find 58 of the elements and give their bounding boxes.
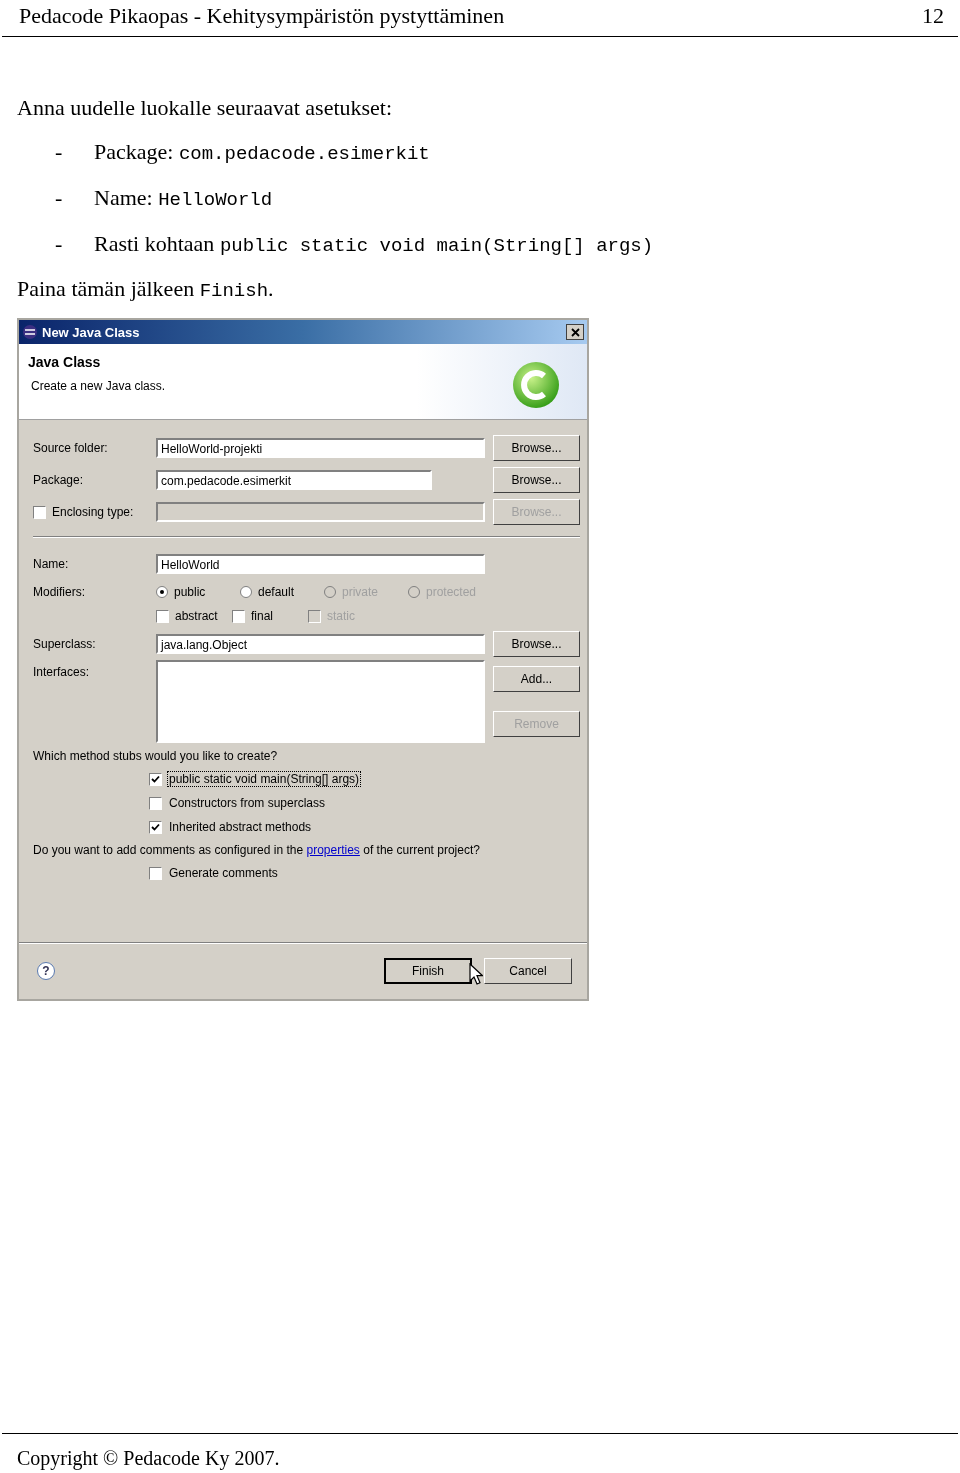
checkbox[interactable] — [149, 796, 162, 810]
bullet-marker: - — [54, 138, 64, 166]
question-text: Which method stubs would you like to create? — [33, 748, 279, 765]
checkbox[interactable] — [232, 609, 245, 623]
checkbox[interactable] — [149, 866, 162, 880]
mouse-cursor-icon — [469, 963, 483, 985]
browse-button[interactable]: Browse... — [493, 435, 580, 461]
bullet-text: Package: com.pedacode.esimerkit — [94, 138, 430, 167]
page-number: 12 — [922, 4, 944, 28]
checkbox[interactable] — [149, 820, 162, 834]
cancel-button[interactable]: Cancel — [484, 958, 572, 984]
checkbox-label: abstract — [175, 609, 218, 623]
radio-label: default — [258, 585, 295, 599]
text-field[interactable] — [156, 502, 485, 522]
bullet-text: Rasti kohtaan public static void main(String[] args) — [94, 230, 654, 259]
field-label: Package: — [33, 473, 84, 487]
field-label: Source folder: — [33, 441, 108, 455]
checkbox-label: Enclosing type: — [52, 505, 134, 519]
bullet-text: Name: HelloWorld — [94, 184, 273, 213]
finish-button[interactable]: Finish — [384, 958, 472, 984]
checkbox-label: public static void main(String[] args) — [168, 772, 361, 786]
question-text: Do you want to add comments as configured in the properties of the current project? — [33, 842, 481, 859]
checkbox-label: Constructors from superclass — [168, 796, 327, 810]
radio-button[interactable] — [240, 586, 252, 598]
text-field[interactable]: java.lang.Object — [156, 634, 485, 654]
field-label: Name: — [33, 557, 69, 571]
checkbox-label: final — [251, 609, 273, 623]
window-title: New Java Class — [42, 324, 141, 340]
text-field[interactable]: com.pedacode.esimerkit — [156, 470, 432, 490]
browse-button[interactable]: Browse... — [493, 631, 580, 657]
radio-label: public — [174, 585, 206, 599]
field-label: Superclass: — [33, 637, 96, 651]
properties-link[interactable]: properties — [306, 843, 360, 857]
text-field[interactable]: HelloWorld — [156, 554, 485, 574]
class-icon — [511, 360, 561, 410]
field-label: Interfaces: — [33, 665, 90, 679]
footer-text: Copyright © Pedacode Ky 2007. — [2, 1433, 958, 1473]
browse-button[interactable]: Browse... — [493, 467, 580, 493]
checkbox[interactable] — [149, 772, 162, 786]
close-icon — [570, 327, 580, 337]
close-button[interactable] — [566, 324, 584, 340]
bullet-marker: - — [54, 230, 64, 258]
page-description: Create a new Java class. — [30, 379, 166, 393]
checkbox-label: Inherited abstract methods — [168, 820, 313, 834]
interfaces-list[interactable] — [156, 660, 485, 743]
page-title: Pedacode Pikaopas - Kehitysympäristön pystyttäminen — [19, 4, 505, 28]
add-button[interactable]: Add... — [493, 666, 580, 692]
help-icon[interactable]: ? — [37, 962, 55, 980]
page-heading: Java Class — [28, 354, 102, 370]
checkbox-label: Generate comments — [168, 866, 279, 880]
intro-text: Anna uudelle luokalle seuraavat asetukset: — [17, 94, 394, 122]
bullet-marker: - — [54, 184, 64, 212]
checkbox[interactable] — [33, 505, 46, 519]
text-field[interactable]: HelloWorld-projekti — [156, 438, 485, 458]
checkbox[interactable] — [156, 609, 169, 623]
field-label: Modifiers: — [33, 585, 85, 599]
closing-text: Paina tämän jälkeen Finish. — [17, 275, 275, 304]
radio-button[interactable] — [156, 586, 168, 598]
